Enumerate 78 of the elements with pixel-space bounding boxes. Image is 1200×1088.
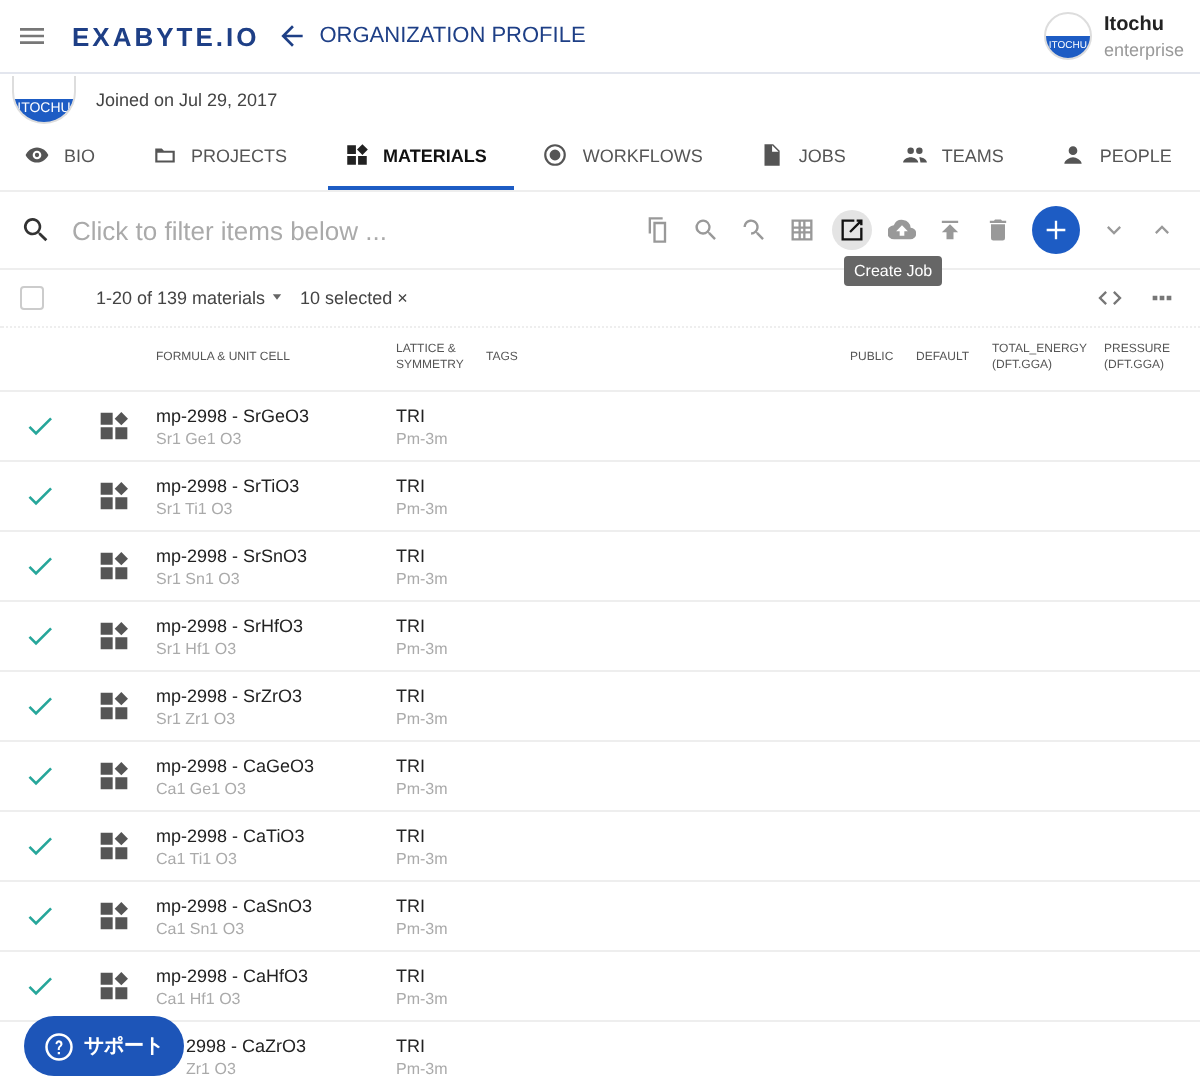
symmetry-group: Pm-3m (396, 639, 448, 657)
eye-icon (24, 142, 50, 168)
material-name[interactable]: mp-2998 - CaHfO3 (156, 965, 309, 985)
material-formula: Ca1 Hf1 O3 (156, 989, 241, 1007)
tab[interactable]: MATERIALS (327, 124, 515, 190)
people-icon (901, 142, 928, 168)
lattice-type: TRI (396, 825, 425, 845)
material-name[interactable]: mp-2998 - CaTiO3 (156, 825, 305, 845)
materials-icon (98, 760, 130, 792)
account-name: Itochu (1103, 13, 1166, 35)
symmetry-group: Pm-3m (396, 499, 448, 517)
lattice-type: TRI (396, 895, 425, 915)
material-formula: Ca1 Ge1 O3 (156, 779, 246, 797)
logo[interactable]: EXABYTE.IO (72, 21, 260, 51)
symmetry-group: Pm-3m (396, 709, 448, 727)
select-all-checkbox[interactable] (20, 286, 44, 310)
material-name[interactable]: mp-2998 - SrHfO3 (156, 615, 304, 635)
symmetry-group: Pm-3m (396, 1059, 448, 1077)
material-name[interactable]: mp-2998 - CaGeO3 (156, 755, 315, 775)
materials-icon (98, 480, 130, 512)
help-icon (44, 1031, 74, 1061)
material-formula: Sr1 Hf1 O3 (156, 639, 237, 657)
tab[interactable]: PROJECTS (135, 124, 316, 190)
edit-icon (838, 216, 866, 244)
caret-icon (270, 290, 285, 304)
page-range-dropdown[interactable]: 1-20 of 139 materials (96, 288, 285, 308)
material-formula: Sr1 Ge1 O3 (156, 429, 242, 447)
material-formula: Sr1 Zr1 O3 (156, 709, 236, 727)
tab[interactable]: BIO (8, 124, 124, 190)
lattice-type: TRI (396, 1035, 425, 1055)
symmetry-group: Pm-3m (396, 989, 448, 1007)
material-formula: Sr1 Ti1 O3 (156, 499, 233, 517)
materials-icon (98, 550, 130, 582)
symmetry-group: Pm-3m (396, 779, 448, 797)
lattice-type: TRI (396, 755, 425, 775)
materials-icon (98, 620, 130, 652)
tab[interactable]: PEOPLE (1043, 124, 1200, 190)
material-name[interactable]: mp-2998 - CaSnO3 (156, 895, 313, 915)
lattice-type: TRI (396, 405, 425, 425)
material-name[interactable]: mp-2998 - SrZrO3 (156, 685, 303, 705)
materials-icon (98, 690, 130, 722)
joined-date: Joined on Jul 29, 2017 (96, 89, 278, 109)
symmetry-group: Pm-3m (396, 849, 448, 867)
tab[interactable]: TEAMS (885, 124, 1032, 190)
tab[interactable]: JOBS (742, 124, 874, 190)
material-name[interactable]: 2998 - CaZrO3 (186, 1035, 307, 1055)
symmetry-group: Pm-3m (396, 429, 448, 447)
grid-icon (343, 142, 370, 168)
lattice-type: TRI (396, 615, 425, 635)
material-formula: Ca1 Ti1 O3 (156, 849, 237, 867)
symmetry-group: Pm-3m (396, 569, 448, 587)
material-formula: Ca1 Sn1 O3 (156, 919, 245, 937)
symmetry-group: Pm-3m (396, 919, 448, 937)
tab[interactable]: WORKFLOWS (526, 124, 731, 190)
lattice-type: TRI (396, 545, 425, 565)
material-name[interactable]: mp-2998 - SrTiO3 (156, 475, 300, 495)
person-icon (1059, 142, 1086, 168)
search-icon (20, 214, 52, 246)
materials-icon (98, 410, 130, 442)
lattice-type: TRI (396, 965, 425, 985)
add-button[interactable] (1032, 206, 1080, 254)
material-name[interactable]: mp-2998 - SrSnO3 (156, 545, 308, 565)
page-title: ORGANIZATION PROFILE (319, 24, 586, 48)
selected-count[interactable]: 10 selected × (300, 288, 408, 308)
radio-icon (542, 142, 569, 168)
support-button[interactable]: サポート (24, 1016, 184, 1076)
materials-icon (98, 900, 130, 932)
materials-icon (98, 830, 130, 862)
lattice-type: TRI (396, 475, 425, 495)
materials-icon (98, 970, 130, 1002)
tooltip: Create Job (844, 256, 943, 286)
plus-icon (1042, 216, 1070, 244)
account-plan: enterprise (1103, 39, 1184, 59)
create-job-button[interactable] (832, 210, 872, 250)
material-formula: Zr1 O3 (186, 1059, 236, 1077)
material-formula: Sr1 Sn1 O3 (156, 569, 240, 587)
lattice-type: TRI (396, 685, 425, 705)
material-name[interactable]: mp-2998 - SrGeO3 (156, 405, 310, 425)
